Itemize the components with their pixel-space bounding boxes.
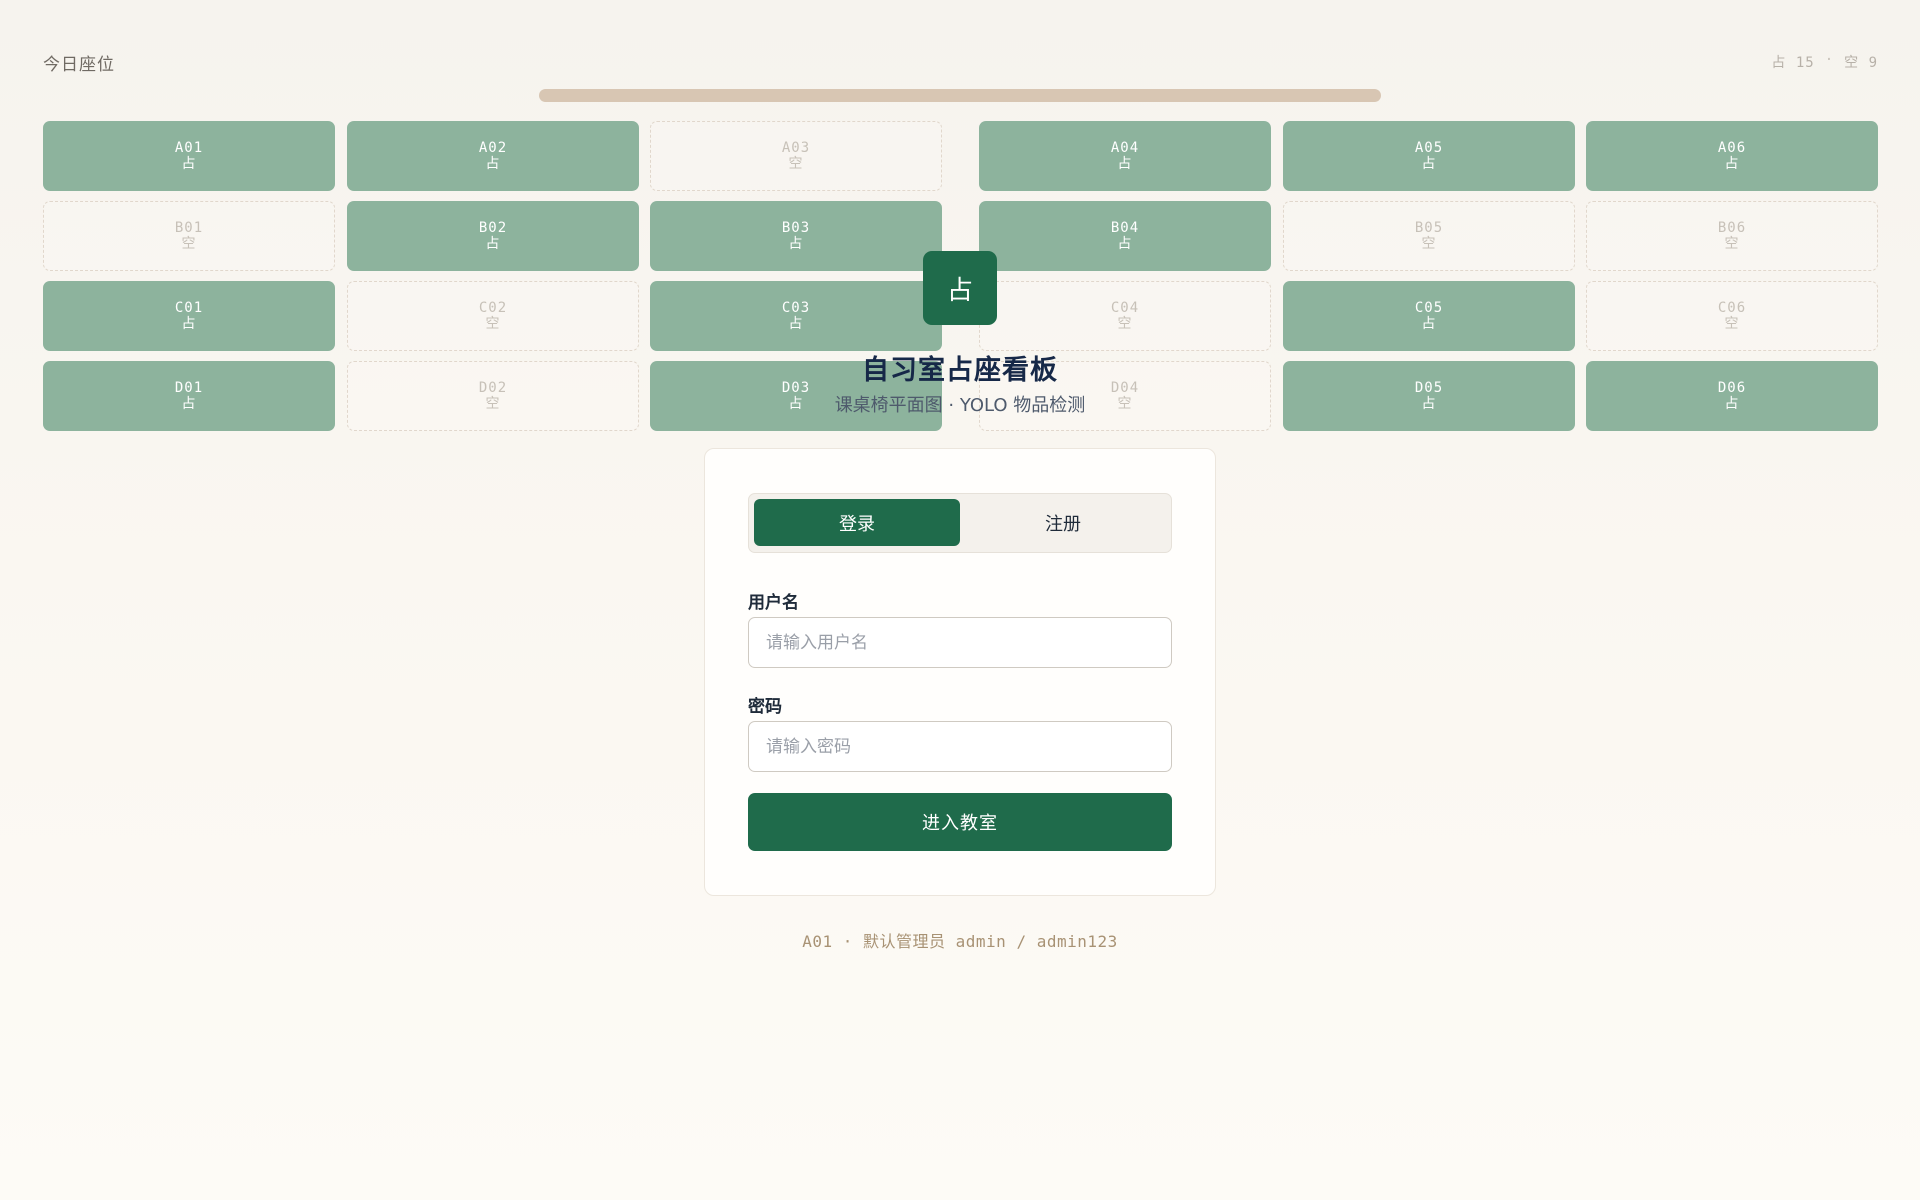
- seat-c05[interactable]: C05 占: [1283, 281, 1575, 351]
- seat-id: C06: [1717, 300, 1747, 316]
- seat-a04[interactable]: A04 占: [979, 121, 1271, 191]
- stats-separator: ·: [1824, 52, 1835, 68]
- seat-status: 占: [1421, 156, 1437, 172]
- seat-id: B04: [1110, 220, 1140, 236]
- auth-tabs: 登录 注册: [748, 493, 1172, 553]
- seat-id: A03: [781, 140, 811, 156]
- seat-status: 空: [1724, 236, 1740, 252]
- seat-a06[interactable]: A06 占: [1586, 121, 1878, 191]
- seat-status: 空: [1724, 316, 1740, 332]
- password-label: 密码: [748, 697, 782, 717]
- seat-c03[interactable]: C03 占: [650, 281, 942, 351]
- empty-count: 空 9: [1844, 55, 1878, 71]
- seat-c04[interactable]: C04 空: [979, 281, 1271, 351]
- seat-id: B02: [478, 220, 508, 236]
- password-input[interactable]: [748, 721, 1172, 772]
- username-input[interactable]: [748, 617, 1172, 668]
- seat-stats: 占 15 · 空 9: [1771, 52, 1878, 72]
- enter-classroom-button[interactable]: 进入教室: [748, 793, 1172, 851]
- seat-a01[interactable]: A01 占: [43, 121, 335, 191]
- seat-status: 占: [1117, 156, 1133, 172]
- seat-id: A02: [478, 140, 508, 156]
- seat-id: C01: [174, 300, 204, 316]
- seat-id: C03: [781, 300, 811, 316]
- seat-c06[interactable]: C06 空: [1586, 281, 1878, 351]
- seat-id: C02: [478, 300, 508, 316]
- seat-id: B01: [174, 220, 204, 236]
- seat-status: 占: [485, 156, 501, 172]
- username-label: 用户名: [748, 593, 799, 613]
- seat-a05[interactable]: A05 占: [1283, 121, 1575, 191]
- seat-id: A01: [174, 140, 204, 156]
- seat-board-title: 今日座位: [43, 55, 115, 75]
- seat-status: 占: [181, 156, 197, 172]
- seat-status: 空: [181, 236, 197, 252]
- seat-id: C04: [1110, 300, 1140, 316]
- seat-id: A05: [1414, 140, 1444, 156]
- app-title: 自习室占座看板: [862, 355, 1058, 386]
- seat-status: 占: [485, 236, 501, 252]
- seat-id: B03: [781, 220, 811, 236]
- app-subtitle: 课桌椅平面图 · YOLO 物品检测: [834, 395, 1086, 416]
- seat-a03[interactable]: A03 空: [650, 121, 942, 191]
- seat-status: 占: [788, 236, 804, 252]
- seat-c01[interactable]: C01 占: [43, 281, 335, 351]
- tab-register[interactable]: 注册: [960, 499, 1166, 546]
- seat-b03[interactable]: B03 占: [650, 201, 942, 271]
- seat-id: B05: [1414, 220, 1444, 236]
- seat-status: 占: [1724, 156, 1740, 172]
- seat-id: A04: [1110, 140, 1140, 156]
- seat-b05[interactable]: B05 空: [1283, 201, 1575, 271]
- seat-status: 占: [1117, 236, 1133, 252]
- auth-card: 登录 注册 用户名 密码 进入教室: [704, 448, 1216, 896]
- seat-status: 空: [788, 156, 804, 172]
- seat-status: 空: [1421, 236, 1437, 252]
- occupied-count: 占 15: [1771, 55, 1815, 71]
- seat-a02[interactable]: A02 占: [347, 121, 639, 191]
- seat-id: A06: [1717, 140, 1747, 156]
- seat-b01[interactable]: B01 空: [43, 201, 335, 271]
- seat-status: 占: [181, 316, 197, 332]
- app-logo-icon: 占: [923, 251, 997, 325]
- seat-status: 空: [1117, 316, 1133, 332]
- seat-status: 占: [788, 316, 804, 332]
- seat-status: 占: [1421, 316, 1437, 332]
- seat-c02[interactable]: C02 空: [347, 281, 639, 351]
- tab-login[interactable]: 登录: [754, 499, 960, 546]
- seat-b02[interactable]: B02 占: [347, 201, 639, 271]
- seat-id: B06: [1717, 220, 1747, 236]
- seat-b04[interactable]: B04 占: [979, 201, 1271, 271]
- podium: [539, 89, 1381, 102]
- seat-status: 空: [485, 316, 501, 332]
- seat-id: C05: [1414, 300, 1444, 316]
- seat-b06[interactable]: B06 空: [1586, 201, 1878, 271]
- default-admin-hint: A01 · 默认管理员 admin / admin123: [802, 932, 1118, 951]
